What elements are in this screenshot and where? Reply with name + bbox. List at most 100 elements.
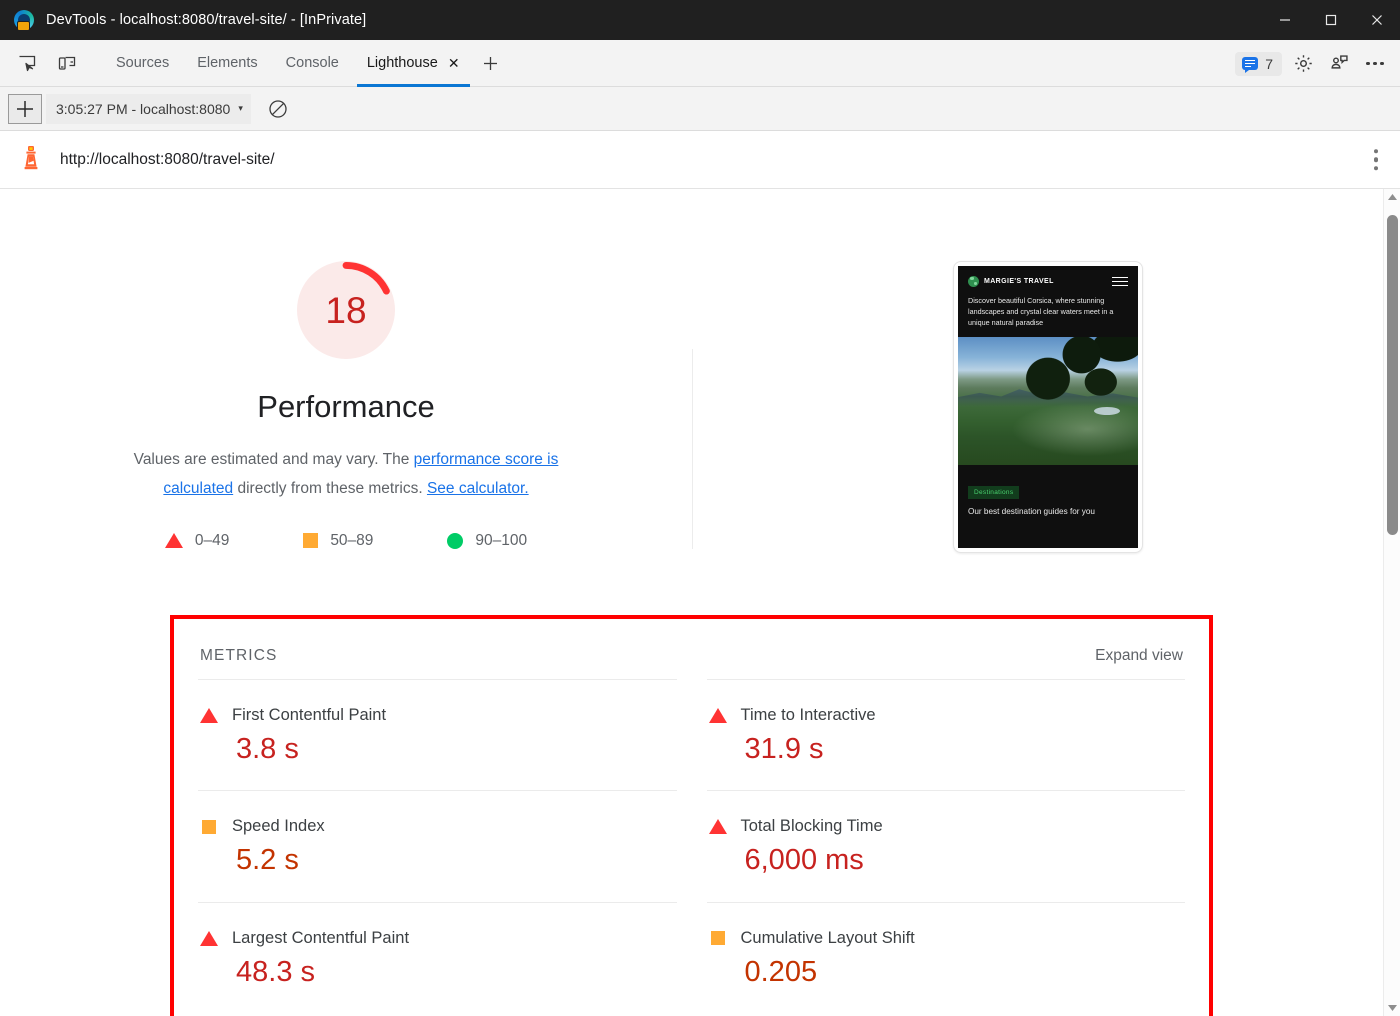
report-selector-dropdown[interactable]: 3:05:27 PM - localhost:8080 ▾ — [46, 94, 251, 124]
tab-lighthouse[interactable]: Lighthouse ✕ — [353, 40, 474, 87]
thumbnail-navbar: MARGIE'S TRAVEL — [958, 266, 1138, 291]
score-description-mid: directly from these metrics. — [233, 480, 427, 497]
circle-pass-icon — [447, 533, 463, 549]
score-hero: 18 Performance Values are estimated and … — [0, 189, 1383, 553]
triangle-fail-icon — [709, 819, 727, 834]
metric-value: 6,000 ms — [745, 844, 1184, 877]
metrics-card: METRICS Expand view First Contentful Pai… — [174, 619, 1209, 1016]
metric-first-contentful-paint: First Contentful Paint 3.8 s — [198, 679, 677, 790]
report-url: http://localhost:8080/travel-site/ — [60, 151, 275, 169]
devtools-tabstrip-actions: 7 — [1235, 40, 1390, 87]
triangle-fail-icon — [200, 931, 218, 946]
add-tab-icon[interactable] — [474, 40, 508, 87]
devtools-tabs: Sources Elements Console Lighthouse ✕ — [102, 40, 508, 87]
metric-value: 3.8 s — [236, 733, 675, 766]
metric-value: 5.2 s — [236, 844, 675, 877]
window-title: DevTools - localhost:8080/travel-site/ -… — [46, 12, 366, 28]
minimize-button[interactable] — [1262, 0, 1308, 40]
triangle-fail-icon — [200, 708, 218, 723]
metrics-title: METRICS — [200, 647, 277, 665]
metric-value: 31.9 s — [745, 733, 1184, 766]
metric-label: Cumulative Layout Shift — [741, 929, 915, 948]
more-vertical-icon[interactable] — [1374, 149, 1379, 171]
final-screenshot-block: MARGIE'S TRAVEL Discover beautiful Corsi… — [693, 261, 1383, 553]
report-content: 18 Performance Values are estimated and … — [0, 189, 1383, 1016]
tab-elements[interactable]: Elements — [183, 40, 271, 87]
legend-item-average: 50–89 — [303, 532, 373, 550]
edge-logo-icon — [14, 10, 34, 30]
score-description-pre: Values are estimated and may vary. The — [134, 451, 414, 468]
triangle-fail-icon — [709, 708, 727, 723]
window-controls — [1262, 0, 1400, 40]
globe-icon — [968, 276, 979, 287]
inspect-element-icon[interactable] — [12, 48, 42, 78]
score-description: Values are estimated and may vary. The p… — [116, 445, 576, 504]
metric-total-blocking-time: Total Blocking Time 6,000 ms — [707, 790, 1186, 901]
thumbnail-tag: Destinations — [968, 486, 1019, 499]
close-button[interactable] — [1354, 0, 1400, 40]
performance-score-value: 18 — [325, 292, 366, 329]
window-titlebar: DevTools - localhost:8080/travel-site/ -… — [0, 0, 1400, 40]
metric-label: Time to Interactive — [741, 706, 876, 725]
metrics-highlight-box: METRICS Expand view First Contentful Pai… — [170, 615, 1213, 1016]
metric-value: 48.3 s — [236, 956, 675, 989]
page-title: Performance — [257, 389, 434, 425]
maximize-button[interactable] — [1308, 0, 1354, 40]
report-header: http://localhost:8080/travel-site/ — [0, 131, 1400, 189]
legend-item-pass: 90–100 — [447, 532, 527, 550]
tab-label: Lighthouse — [367, 55, 438, 71]
tab-close-icon[interactable]: ✕ — [448, 56, 460, 70]
legend-item-fail: 0–49 — [165, 532, 229, 550]
legend-label: 50–89 — [330, 532, 373, 550]
tab-sources[interactable]: Sources — [102, 40, 183, 87]
thumbnail-footer-text: Our best destination guides for you — [958, 499, 1138, 516]
final-screenshot-thumbnail[interactable]: MARGIE'S TRAVEL Discover beautiful Corsi… — [953, 261, 1143, 553]
legend-label: 0–49 — [195, 532, 229, 550]
metric-largest-contentful-paint: Largest Contentful Paint 48.3 s — [198, 902, 677, 1013]
scroll-down-arrow-icon[interactable] — [1384, 999, 1400, 1016]
performance-score-block: 18 Performance Values are estimated and … — [0, 261, 692, 550]
metric-time-to-interactive: Time to Interactive 31.9 s — [707, 679, 1186, 790]
metric-label: First Contentful Paint — [232, 706, 386, 725]
feedback-icon[interactable] — [1324, 49, 1354, 79]
more-horizontal-icon[interactable] — [1360, 49, 1390, 79]
thumbnail-hero-text: Discover beautiful Corsica, where stunni… — [958, 291, 1138, 337]
tab-label: Console — [286, 55, 339, 71]
tab-label: Sources — [116, 55, 169, 71]
square-average-icon — [303, 533, 318, 548]
clear-reports-icon[interactable] — [261, 94, 295, 124]
devtools-window: DevTools - localhost:8080/travel-site/ -… — [0, 0, 1400, 1016]
issues-button[interactable]: 7 — [1235, 52, 1282, 76]
scrollbar-thumb[interactable] — [1387, 215, 1398, 535]
metric-label: Speed Index — [232, 817, 325, 836]
see-calculator-link[interactable]: See calculator. — [427, 480, 529, 497]
new-audit-button[interactable] — [8, 94, 42, 124]
vertical-scrollbar[interactable] — [1383, 189, 1400, 1016]
report-selector-label: 3:05:27 PM - localhost:8080 — [56, 101, 230, 117]
hamburger-menu-icon — [1112, 277, 1128, 287]
scroll-up-arrow-icon[interactable] — [1384, 189, 1400, 206]
metric-value: 0.205 — [745, 956, 1184, 989]
device-toolbar-icon[interactable] — [52, 48, 82, 78]
gear-icon[interactable] — [1288, 49, 1318, 79]
tab-label: Elements — [197, 55, 257, 71]
metrics-grid: First Contentful Paint 3.8 s Time to Int… — [198, 679, 1185, 1013]
metric-cumulative-layout-shift: Cumulative Layout Shift 0.205 — [707, 902, 1186, 1013]
performance-gauge: 18 — [297, 261, 395, 359]
thumbnail-photo — [958, 337, 1138, 465]
issues-count: 7 — [1265, 56, 1273, 72]
thumbnail-brand: MARGIE'S TRAVEL — [984, 278, 1054, 285]
legend-label: 90–100 — [475, 532, 527, 550]
metrics-header: METRICS Expand view — [198, 647, 1185, 665]
report-scroll-area: 18 Performance Values are estimated and … — [0, 189, 1400, 1016]
metric-label: Total Blocking Time — [741, 817, 883, 836]
lighthouse-run-toolbar: 3:05:27 PM - localhost:8080 ▾ — [0, 87, 1400, 131]
square-average-icon — [711, 931, 725, 945]
expand-view-button[interactable]: Expand view — [1095, 647, 1183, 665]
square-average-icon — [202, 820, 216, 834]
score-legend: 0–49 50–89 90–100 — [165, 532, 527, 550]
tab-console[interactable]: Console — [272, 40, 353, 87]
lighthouse-icon — [18, 145, 44, 175]
devtools-tabstrip: Sources Elements Console Lighthouse ✕ 7 — [0, 40, 1400, 87]
issues-message-icon — [1242, 57, 1258, 70]
